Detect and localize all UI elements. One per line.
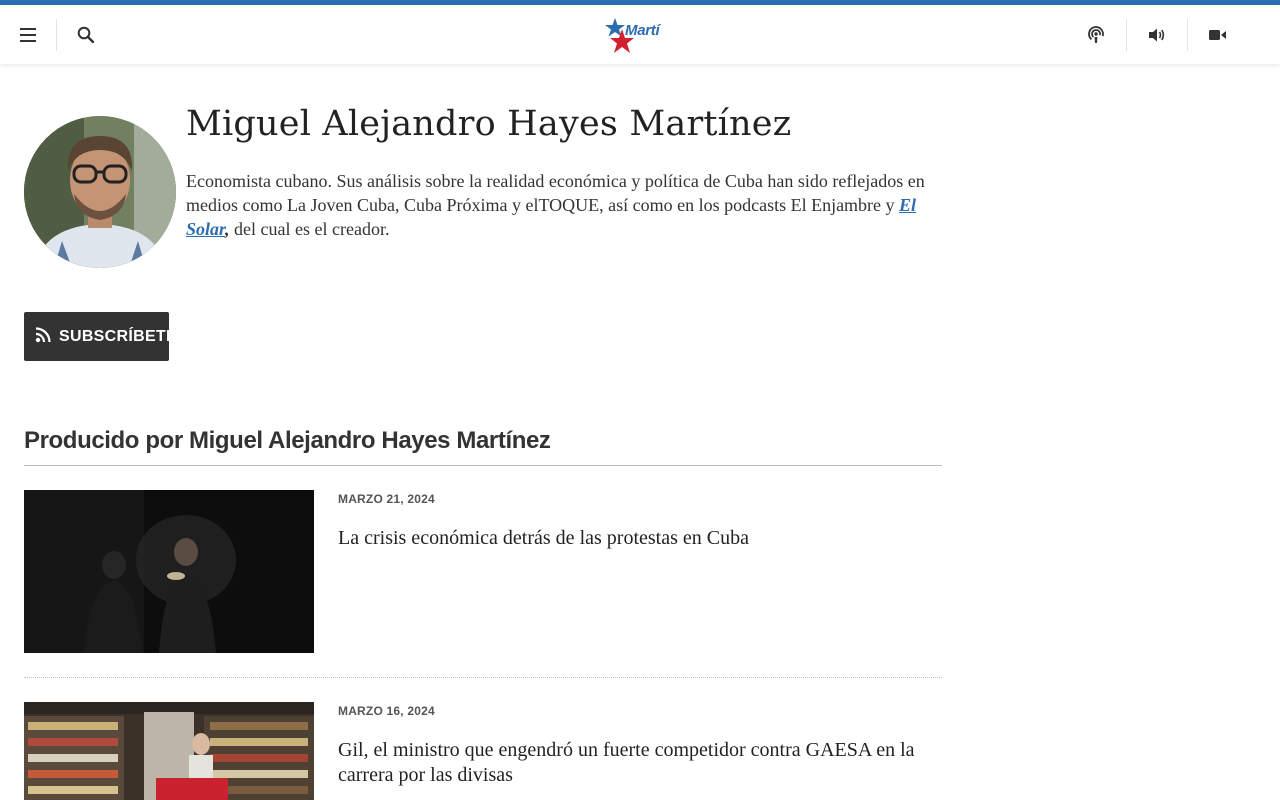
hamburger-menu-icon <box>19 27 37 42</box>
bio-text-end: del cual es el creador. <box>229 219 390 239</box>
podcast-button[interactable] <box>1076 5 1116 64</box>
article-date: MARZO 21, 2024 <box>338 492 435 506</box>
article-headline[interactable]: La crisis económica detrás de las protes… <box>338 526 938 551</box>
logo-text: Martí <box>625 22 660 39</box>
article-item: MARZO 21, 2024 La crisis económica detrá… <box>24 490 942 653</box>
article-item: MARZO 16, 2024 Gil, el ministro que enge… <box>24 702 942 800</box>
article-headline[interactable]: Gil, el ministro que engendró un fuerte … <box>338 738 938 788</box>
video-camera-icon <box>1209 29 1227 41</box>
rss-icon <box>35 326 51 347</box>
menu-button[interactable] <box>8 5 48 64</box>
subscribe-button[interactable]: SUBSCRÍBETE <box>24 312 177 361</box>
audio-button[interactable] <box>1137 5 1177 64</box>
author-avatar <box>24 116 176 268</box>
podcast-icon <box>1087 25 1105 44</box>
section-title: Producido por Miguel Alejandro Hayes Mar… <box>24 427 551 454</box>
article-thumbnail[interactable] <box>24 490 314 653</box>
article-date: MARZO 16, 2024 <box>338 704 435 718</box>
section-divider <box>24 465 942 466</box>
author-name: Miguel Alejandro Hayes Martínez <box>186 104 792 144</box>
site-logo[interactable]: Martí <box>603 15 673 55</box>
header-divider <box>56 19 57 51</box>
subscribe-label: SUBSCRÍBETE <box>59 327 177 345</box>
video-button[interactable] <box>1198 5 1238 64</box>
header-divider <box>1126 19 1127 51</box>
article-separator <box>24 677 942 678</box>
search-button[interactable] <box>65 5 105 64</box>
bio-text: Economista cubano. Sus análisis sobre la… <box>186 171 925 215</box>
author-bio: Economista cubano. Sus análisis sobre la… <box>186 169 926 241</box>
search-icon <box>77 26 94 43</box>
speaker-icon <box>1148 27 1166 43</box>
article-thumbnail[interactable] <box>24 702 314 800</box>
site-header: Martí <box>0 5 1280 64</box>
header-divider <box>1187 19 1188 51</box>
